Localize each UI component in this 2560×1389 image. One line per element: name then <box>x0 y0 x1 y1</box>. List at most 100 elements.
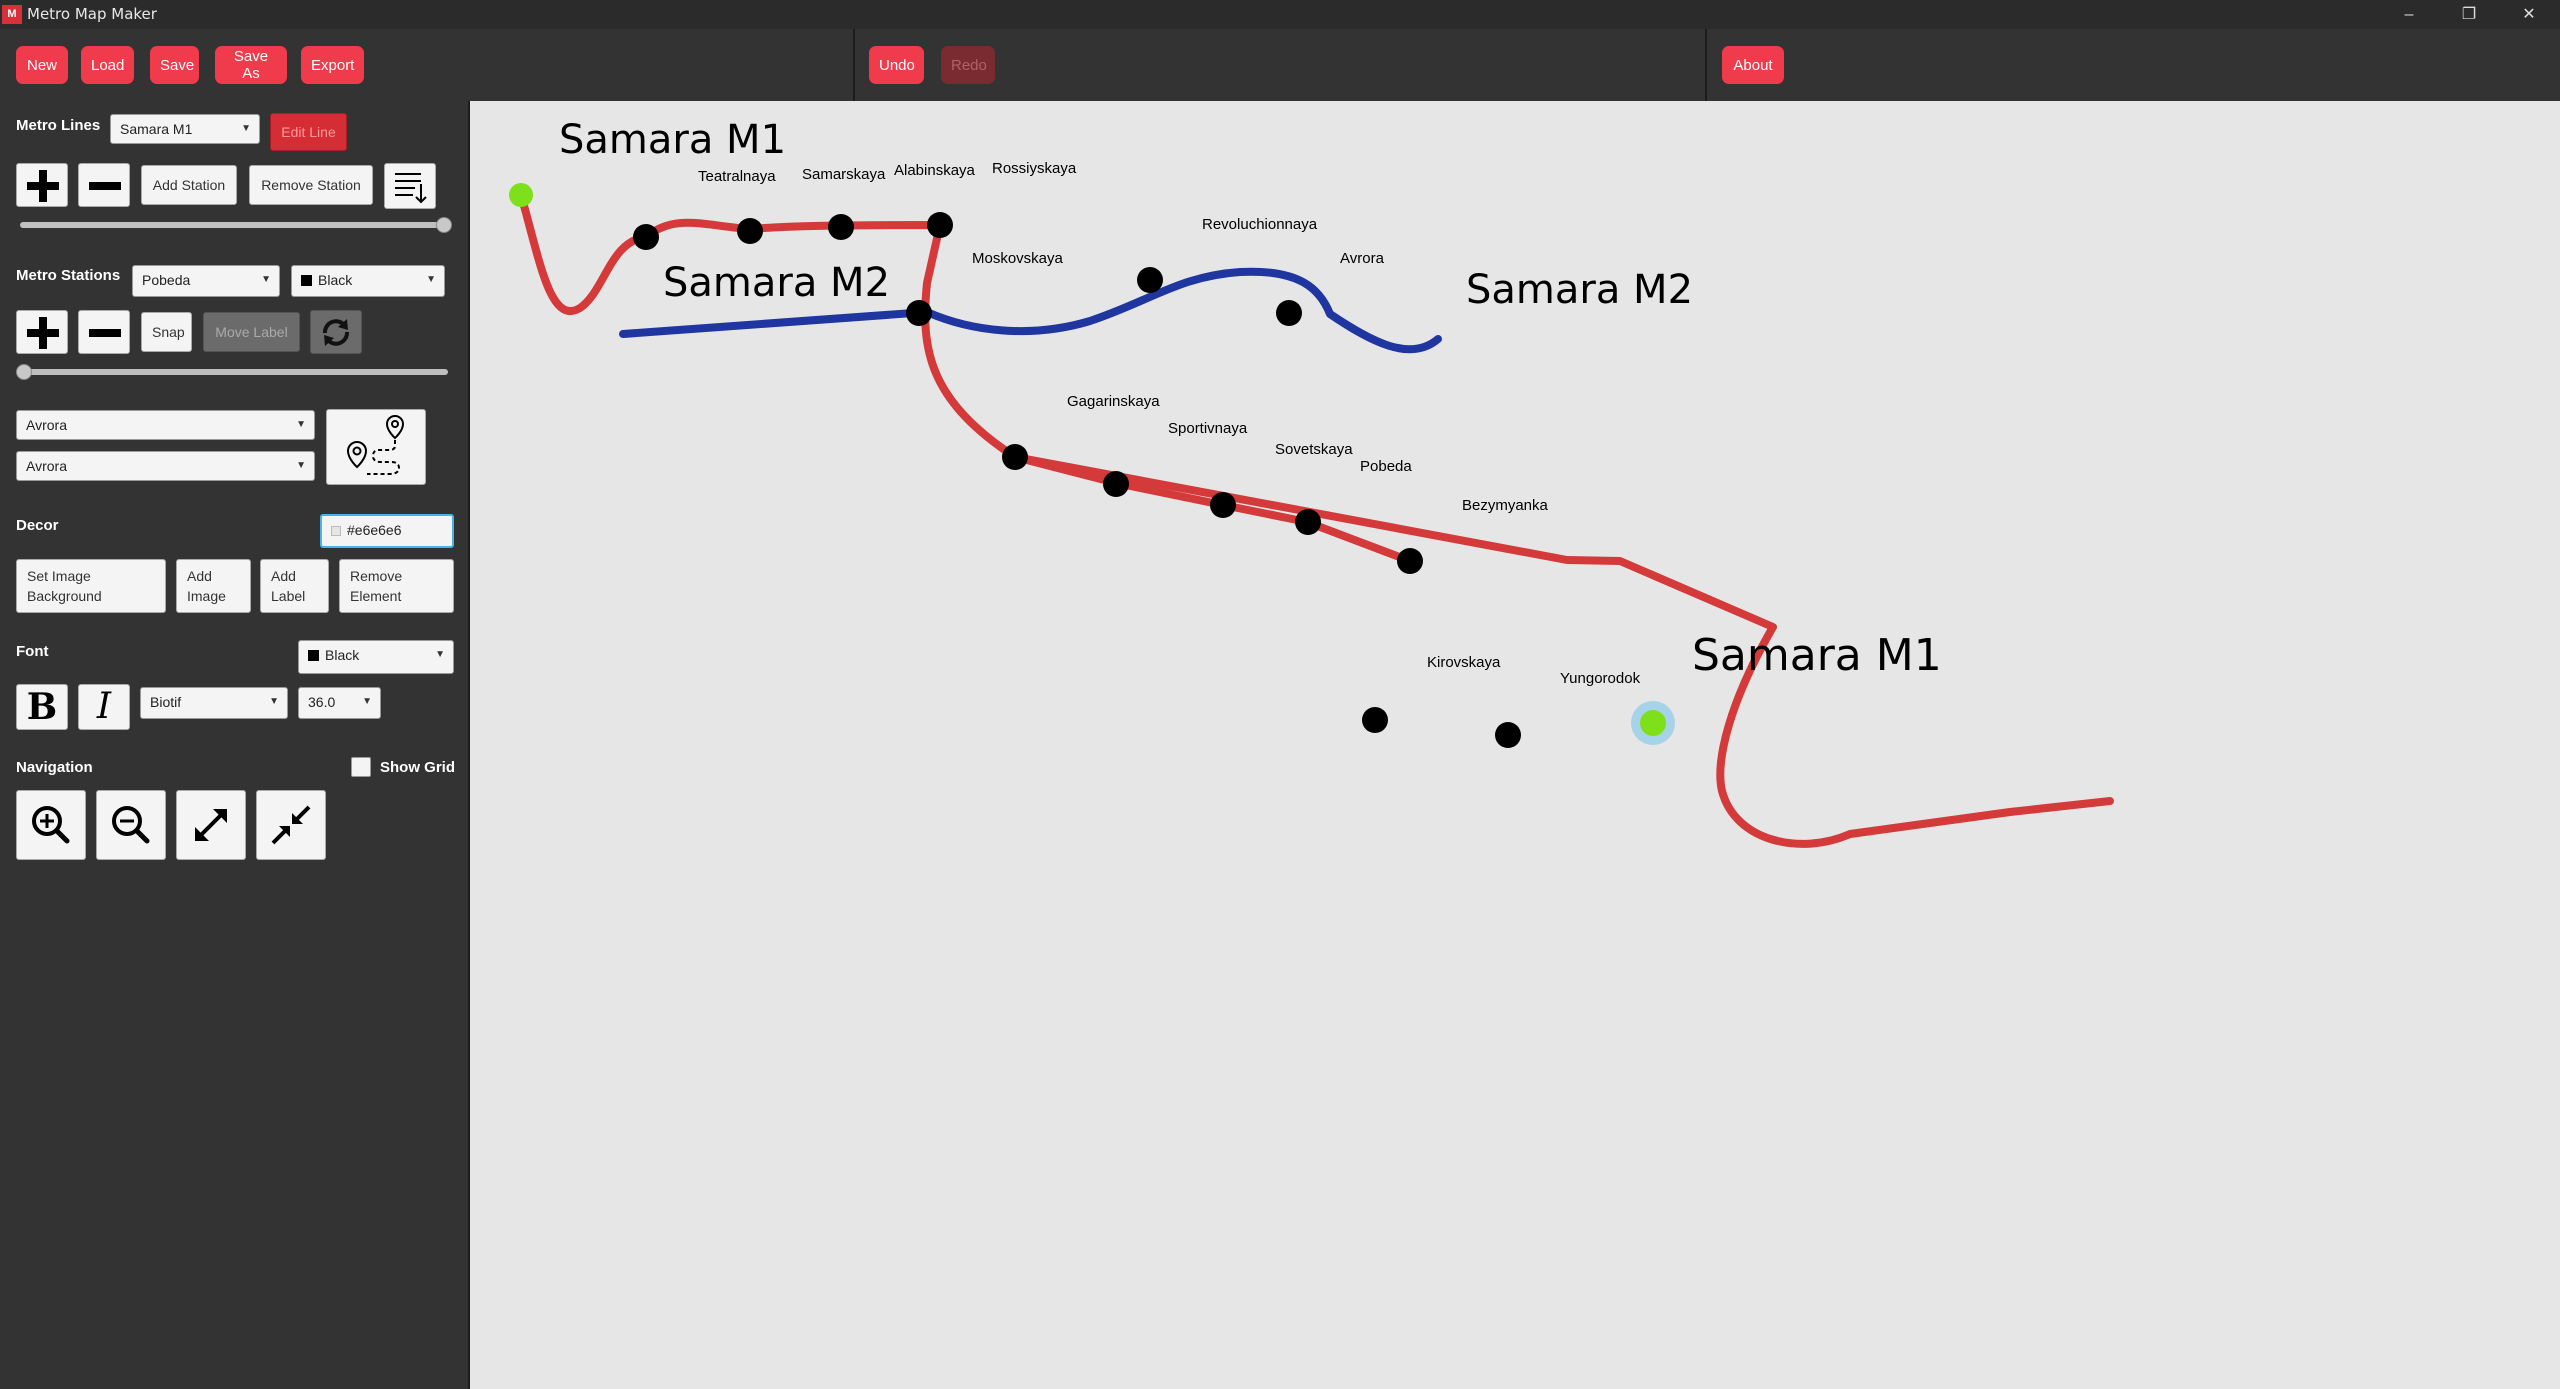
close-icon[interactable]: ✕ <box>2500 0 2558 29</box>
station-dot-gagarinskaya[interactable] <box>1002 444 1028 470</box>
station-dot-sportivnaya[interactable] <box>1103 471 1129 497</box>
font-color-picker[interactable]: Black ▼ <box>298 640 454 674</box>
find-route-button[interactable] <box>326 409 426 485</box>
about-button[interactable]: About <box>1722 46 1784 84</box>
export-button[interactable]: Export <box>301 46 364 84</box>
zoom-in-button[interactable] <box>16 790 86 860</box>
rotate-icon <box>323 319 349 346</box>
minimize-icon[interactable]: – <box>2380 0 2438 29</box>
show-grid-label: Show Grid <box>380 759 455 776</box>
add-line-button[interactable] <box>16 163 68 207</box>
station-dot-revoluchionnaya[interactable] <box>1137 267 1163 293</box>
undo-button[interactable]: Undo <box>869 46 924 84</box>
station-label-bezymyanka[interactable]: Bezymyanka <box>1462 497 1549 514</box>
minus-icon <box>89 182 121 190</box>
list-sort-icon <box>395 173 427 204</box>
station-select[interactable]: Pobeda ▼ <box>132 265 280 297</box>
save-button[interactable]: Save <box>150 46 199 84</box>
metro-map[interactable]: Samara M1 Samara M2 Samara M2 Samara M1 … <box>470 101 2560 1389</box>
rotate-label-button[interactable] <box>310 310 362 354</box>
edit-line-button[interactable]: Edit Line <box>270 113 347 151</box>
line-select[interactable]: Samara M1 ▼ <box>110 114 260 144</box>
station-label-samarskaya[interactable]: Samarskaya <box>802 166 886 183</box>
add-image-button[interactable]: Add Image <box>176 559 251 613</box>
font-family-select[interactable]: Biotif ▼ <box>140 687 288 719</box>
remove-station-icon-button[interactable] <box>78 310 130 354</box>
route-to-select[interactable]: Avrora ▼ <box>16 451 315 481</box>
show-grid-checkbox[interactable] <box>351 757 371 777</box>
route-to-value: Avrora <box>26 458 67 474</box>
station-dot-rossiyskaya[interactable] <box>927 212 953 238</box>
save-as-button[interactable]: Save As <box>215 46 287 84</box>
load-button[interactable]: Load <box>81 46 134 84</box>
line-label-m2-start[interactable]: Samara M2 <box>663 260 890 306</box>
set-image-background-button[interactable]: Set Image Background <box>16 559 166 613</box>
add-label-button[interactable]: Add Label <box>260 559 329 613</box>
line-select-value: Samara M1 <box>120 121 193 137</box>
station-label-revoluchionnaya[interactable]: Revoluchionnaya <box>1202 216 1318 233</box>
station-dot-sovetskaya[interactable] <box>1210 492 1236 518</box>
station-dot-avrora[interactable] <box>1276 300 1302 326</box>
move-label-button[interactable]: Move Label <box>203 312 300 352</box>
station-label-moskovskaya[interactable]: Moskovskaya <box>972 250 1064 267</box>
station-dot-bezymyanka[interactable] <box>1397 548 1423 574</box>
restore-icon[interactable]: ❐ <box>2440 0 2498 29</box>
redo-button[interactable]: Redo <box>941 46 995 84</box>
italic-button[interactable]: I <box>78 684 130 730</box>
line-label-m1-end[interactable]: Samara M1 <box>1692 630 1942 681</box>
font-label: Font <box>16 643 49 660</box>
station-dot-teatralnaya[interactable] <box>633 224 659 250</box>
station-dot-alabinskaya[interactable] <box>828 214 854 240</box>
station-label-teatralnaya[interactable]: Teatralnaya <box>698 168 776 185</box>
chevron-down-icon: ▼ <box>269 696 279 707</box>
help-toolbar: About <box>1707 29 2560 101</box>
station-dot-kirovskaya[interactable] <box>1362 707 1388 733</box>
decor-color-picker[interactable]: #e6e6e6 <box>320 514 454 548</box>
station-label-alabinskaya[interactable]: Alabinskaya <box>894 162 976 179</box>
add-station-button[interactable]: Add Station <box>141 165 237 205</box>
font-color-value: Black <box>325 647 360 663</box>
station-dot-moskovskaya[interactable] <box>906 300 932 326</box>
chevron-down-icon: ▼ <box>435 649 445 660</box>
route-from-select[interactable]: Avrora ▼ <box>16 410 315 440</box>
station-label-gagarinskaya[interactable]: Gagarinskaya <box>1067 393 1160 410</box>
station-dot-pobeda[interactable] <box>1295 509 1321 535</box>
station-color-value: Black <box>318 272 353 288</box>
station-radius-slider[interactable] <box>20 369 448 375</box>
station-dot-samarskaya[interactable] <box>737 218 763 244</box>
station-label-sovetskaya[interactable]: Sovetskaya <box>1275 441 1353 458</box>
station-radius-knob[interactable] <box>16 364 32 380</box>
line-thickness-knob[interactable] <box>436 217 452 233</box>
font-size-select[interactable]: 36.0 ▼ <box>298 687 381 719</box>
m1-end-endpoint[interactable] <box>1640 710 1666 736</box>
zoom-out-button[interactable] <box>96 790 166 860</box>
expand-map-button[interactable] <box>176 790 246 860</box>
decor-label: Decor <box>16 517 59 534</box>
station-label-rossiyskaya[interactable]: Rossiyskaya <box>992 160 1077 177</box>
map-canvas[interactable]: Samara M1 Samara M2 Samara M2 Samara M1 … <box>470 101 2560 1389</box>
remove-line-button[interactable] <box>78 163 130 207</box>
snap-button[interactable]: Snap <box>141 312 192 352</box>
color-swatch <box>308 650 319 661</box>
remove-element-line1: Remove <box>350 568 403 584</box>
line-label-m2-end[interactable]: Samara M2 <box>1466 267 1693 313</box>
new-button[interactable]: New <box>16 46 68 84</box>
bold-button[interactable]: B <box>16 684 68 730</box>
title-bar: M Metro Map Maker – ❐ ✕ <box>0 0 2560 29</box>
station-label-yungorodok[interactable]: Yungorodok <box>1560 670 1641 687</box>
station-label-avrora[interactable]: Avrora <box>1340 250 1385 267</box>
add-station-icon-button[interactable] <box>16 310 68 354</box>
station-label-pobeda[interactable]: Pobeda <box>1360 458 1412 475</box>
shrink-map-button[interactable] <box>256 790 326 860</box>
line-thickness-slider[interactable] <box>20 222 444 228</box>
list-stations-button[interactable] <box>384 163 436 209</box>
station-dot-yungorodok[interactable] <box>1495 722 1521 748</box>
line-label-m1-start[interactable]: Samara M1 <box>559 117 786 163</box>
station-label-sportivnaya[interactable]: Sportivnaya <box>1168 420 1248 437</box>
remove-station-button[interactable]: Remove Station <box>249 165 373 205</box>
station-label-kirovskaya[interactable]: Kirovskaya <box>1427 654 1501 671</box>
station-color-picker[interactable]: Black ▼ <box>291 265 445 297</box>
remove-element-button[interactable]: Remove Element <box>339 559 454 613</box>
add-image-line2: Image <box>187 588 226 604</box>
m1-start-endpoint[interactable] <box>509 183 533 207</box>
